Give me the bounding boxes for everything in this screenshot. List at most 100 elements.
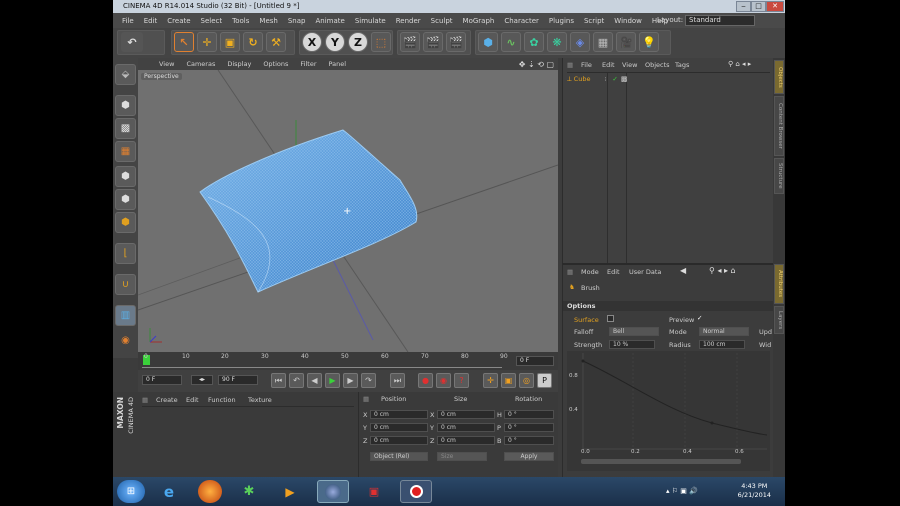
rotation-key-icon[interactable]: ◎: [519, 373, 534, 388]
mode-select[interactable]: Normal: [699, 327, 749, 336]
points-mode-icon[interactable]: ⬢: [115, 166, 136, 187]
close-button[interactable]: ✕: [766, 1, 784, 12]
play-icon[interactable]: ▶: [325, 373, 340, 388]
axis-mode-icon[interactable]: ⌊: [115, 243, 136, 264]
attr-menu-mode[interactable]: Mode: [581, 268, 599, 276]
menu-snap[interactable]: Snap: [283, 17, 311, 25]
current-frame-field[interactable]: 0 F: [516, 356, 554, 366]
texture-mode-icon[interactable]: ▩: [115, 118, 136, 139]
viewport-menu-options[interactable]: Options: [257, 60, 294, 68]
maximize-button[interactable]: □: [751, 1, 766, 12]
tray-icons[interactable]: ▴ ⚐ ▣ 🔊: [666, 487, 698, 495]
material-menu-create[interactable]: Create: [156, 396, 178, 404]
layout-select[interactable]: Standard: [685, 15, 755, 26]
pos-y-field[interactable]: 0 cm: [370, 423, 428, 432]
rotate-icon[interactable]: ↻: [243, 32, 263, 52]
coordinate-system-icon[interactable]: ⬚: [371, 32, 391, 52]
menu-create[interactable]: Create: [162, 17, 195, 25]
menu-animate[interactable]: Animate: [310, 17, 349, 25]
scale-icon[interactable]: ▣: [220, 32, 240, 52]
attr-nav-icons[interactable]: ◀ ⚲ ◂ ▸ ⌂: [680, 266, 736, 275]
polygons-mode-icon[interactable]: ⬢: [115, 212, 136, 233]
tab-attributes[interactable]: Attributes: [774, 264, 784, 304]
internet-explorer-icon[interactable]: e: [157, 480, 181, 503]
keyframe-selection-icon[interactable]: ?: [454, 373, 469, 388]
planar-workplane-icon[interactable]: ◉: [115, 330, 136, 351]
frame-step-field[interactable]: ◂▸: [191, 375, 213, 385]
next-key-icon[interactable]: ↷: [361, 373, 376, 388]
visibility-dots[interactable]: ⁝: [604, 76, 606, 83]
size-x-field[interactable]: 0 cm: [437, 410, 495, 419]
viewport-menu-display[interactable]: Display: [221, 60, 257, 68]
coord-mode-select[interactable]: Object (Rel): [370, 452, 428, 461]
pos-x-field[interactable]: 0 cm: [370, 410, 428, 419]
material-menu-edit[interactable]: Edit: [186, 396, 199, 404]
tab-structure[interactable]: Structure: [774, 158, 784, 194]
make-editable-icon[interactable]: ⬙: [115, 64, 136, 85]
menu-window[interactable]: Window: [609, 17, 647, 25]
size-z-field[interactable]: 0 cm: [437, 436, 495, 445]
position-key-icon[interactable]: ✛: [483, 373, 498, 388]
menu-character[interactable]: Character: [499, 17, 544, 25]
model-mode-icon[interactable]: ⬢: [115, 95, 136, 116]
viewport-menu-filter[interactable]: Filter: [294, 60, 322, 68]
pos-z-field[interactable]: 0 cm: [370, 436, 428, 445]
previous-frame-icon[interactable]: ◀: [307, 373, 322, 388]
menu-simulate[interactable]: Simulate: [350, 17, 391, 25]
viewport-menu-cameras[interactable]: Cameras: [180, 60, 221, 68]
cinema4d-taskbar-icon[interactable]: [317, 480, 349, 503]
cube-object-icon[interactable]: ⬢: [478, 32, 498, 52]
menu-render[interactable]: Render: [391, 17, 426, 25]
radius-field[interactable]: 100 cm: [699, 340, 745, 349]
apply-button[interactable]: Apply: [504, 452, 554, 461]
messenger-icon[interactable]: ✱: [237, 480, 261, 503]
subdivision-surface-icon[interactable]: ✿: [524, 32, 544, 52]
deformer-icon[interactable]: ◈: [570, 32, 590, 52]
texture-tag-icon[interactable]: ▩: [621, 75, 628, 83]
x-axis-lock-button[interactable]: X: [302, 32, 322, 52]
go-to-end-icon[interactable]: ⏭: [390, 373, 405, 388]
menu-plugins[interactable]: Plugins: [544, 17, 579, 25]
strength-field[interactable]: 10 %: [609, 340, 655, 349]
options-tab[interactable]: Options: [567, 302, 595, 310]
obj-row-cube[interactable]: ⟂ Cube ⁝ ✓ ▩: [567, 74, 627, 84]
viewport-menu-view[interactable]: View: [153, 60, 180, 68]
attr-menu-edit[interactable]: Edit: [607, 268, 620, 276]
material-menu-icon[interactable]: ▦: [142, 396, 148, 404]
media-player-icon[interactable]: ▶: [278, 480, 302, 503]
attr-menu-userdata[interactable]: User Data: [629, 268, 661, 276]
y-axis-lock-button[interactable]: Y: [325, 32, 345, 52]
obj-name-cube[interactable]: Cube: [574, 75, 591, 83]
camera-icon[interactable]: 🎥: [616, 32, 636, 52]
falloff-select[interactable]: Bell: [609, 327, 659, 336]
live-selection-icon[interactable]: ↖: [174, 32, 194, 52]
obj-menu-objects[interactable]: Objects: [645, 61, 670, 69]
3d-viewport[interactable]: + Perspective: [138, 70, 558, 352]
system-clock[interactable]: 4:43 PM 6/21/2014: [738, 482, 771, 500]
viewport-menu-panel[interactable]: Panel: [323, 60, 353, 68]
start-button[interactable]: ⊞: [117, 480, 145, 503]
tab-content-browser[interactable]: Content Browser: [774, 96, 784, 156]
graph-scrollbar[interactable]: [581, 459, 741, 464]
scale-key-icon[interactable]: ▣: [501, 373, 516, 388]
light-icon[interactable]: 💡: [639, 32, 659, 52]
surface-checkbox[interactable]: [607, 315, 614, 322]
youtube-icon[interactable]: ▣: [358, 480, 390, 503]
obj-search-icons[interactable]: ⚲ ⌂ ◂ ▸: [728, 60, 751, 68]
menu-sculpt[interactable]: Sculpt: [426, 17, 458, 25]
menu-tools[interactable]: Tools: [227, 17, 254, 25]
spline-icon[interactable]: ∿: [501, 32, 521, 52]
edges-mode-icon[interactable]: ⬢: [115, 189, 136, 210]
obj-menu-view[interactable]: View: [622, 61, 637, 69]
menu-script[interactable]: Script: [579, 17, 609, 25]
minimize-button[interactable]: ‒: [736, 1, 751, 12]
menu-mesh[interactable]: Mesh: [254, 17, 282, 25]
obj-menu-file[interactable]: File: [581, 61, 592, 69]
parameter-key-icon[interactable]: P: [537, 373, 552, 388]
go-to-start-icon[interactable]: ⏮: [271, 373, 286, 388]
obj-menu-icon[interactable]: ▦: [567, 61, 573, 69]
falloff-curve-graph[interactable]: 0.8 0.4 0.0 0.2 0.4 0.6: [567, 351, 770, 471]
start-frame-field[interactable]: 0 F: [142, 375, 182, 385]
render-picture-viewer-icon[interactable]: 🎬: [423, 32, 443, 52]
tab-objects[interactable]: Objects: [774, 60, 784, 94]
